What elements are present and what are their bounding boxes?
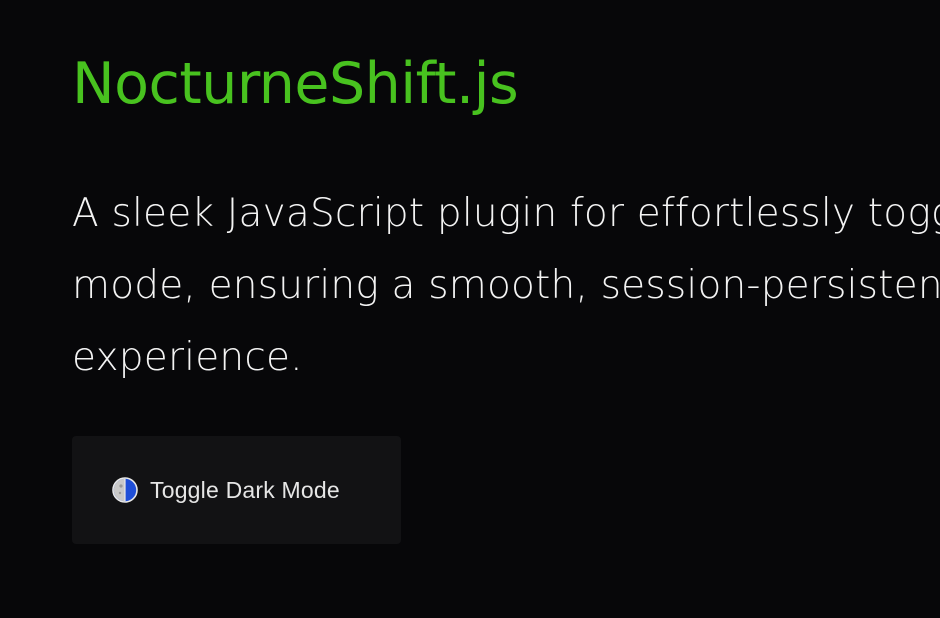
page-title: NocturneShift.js bbox=[72, 51, 519, 117]
plugin-description: A sleek JavaScript plugin for effortless… bbox=[72, 191, 940, 380]
page: NocturneShift.js A sleek JavaScript plug… bbox=[0, 0, 940, 618]
toggle-dark-mode-button[interactable]: Toggle Dark Mode bbox=[72, 436, 401, 544]
half-moon-icon bbox=[112, 477, 138, 503]
toggle-dark-mode-label: Toggle Dark Mode bbox=[150, 476, 340, 503]
